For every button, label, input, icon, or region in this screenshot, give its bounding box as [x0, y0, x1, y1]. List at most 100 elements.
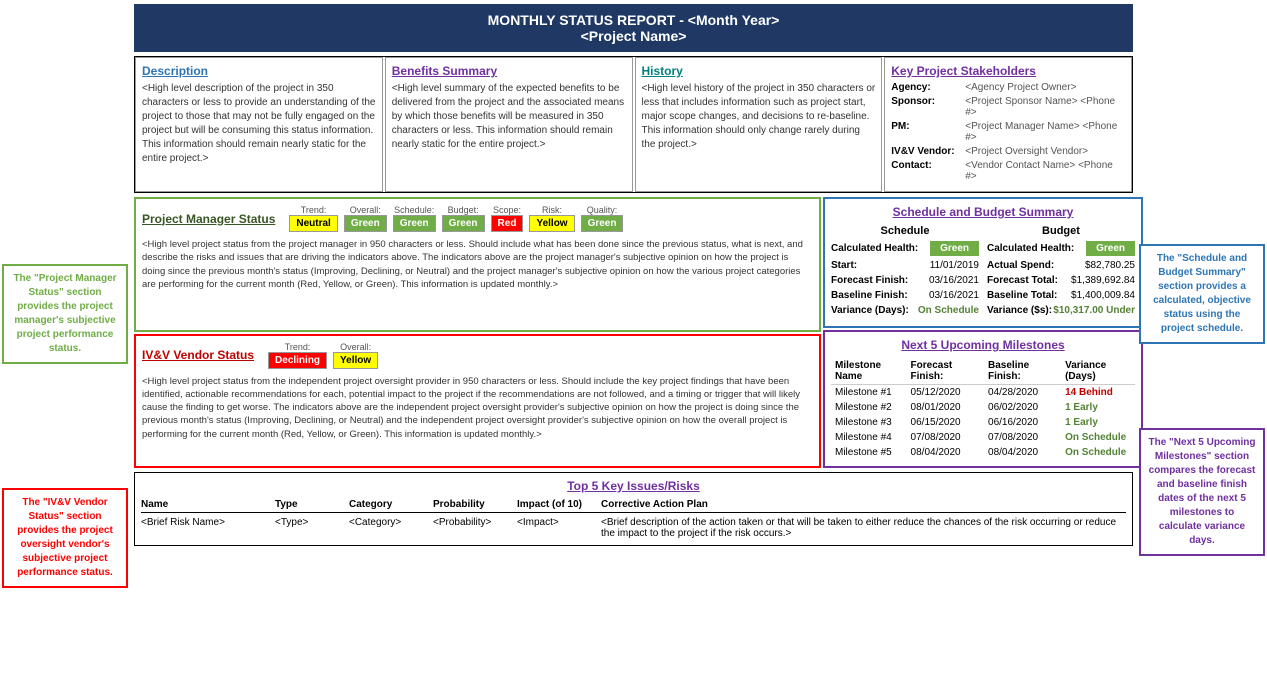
- stakeholder-value-1: <Project Sponsor Name> <Phone #>: [965, 96, 1125, 118]
- milestone-name-0: Milestone #1: [831, 385, 907, 401]
- stakeholder-row-0: Agency: <Agency Project Owner>: [891, 82, 1125, 93]
- history-body: <High level history of the project in 35…: [642, 82, 876, 152]
- issues-col-name: Name: [141, 499, 271, 510]
- description-cell: Description <High level description of t…: [135, 57, 383, 192]
- milestone-variance-0: 14 Behind: [1061, 385, 1135, 401]
- schedule-milestones-column: Schedule and Budget Summary Schedule Cal…: [823, 197, 1133, 468]
- milestone-col-baseline: Baseline Finish:: [984, 358, 1061, 385]
- pm-badge-6: Quality: Green: [581, 205, 624, 232]
- forecast-total-row: Forecast Total: $1,389,692.84: [987, 275, 1135, 286]
- budget-health-value: Green: [1086, 241, 1135, 256]
- stakeholder-label-1: Sponsor:: [891, 96, 961, 118]
- ivv-badge-1: Overall: Yellow: [333, 342, 378, 369]
- stakeholders-list: Agency: <Agency Project Owner> Sponsor: …: [891, 82, 1125, 182]
- milestones-annotation-text: The "Next 5 Upcoming Milestones" section…: [1149, 437, 1256, 546]
- milestone-col-variance: Variance (Days): [1061, 358, 1135, 385]
- page-container: The "Project Manager Status" section pro…: [0, 0, 1267, 592]
- milestone-forecast-3: 07/08/2020: [907, 430, 984, 445]
- benefits-body: <High level summary of the expected bene…: [392, 82, 626, 152]
- pm-badge-label-6: Quality:: [587, 205, 618, 215]
- stakeholder-label-4: Contact:: [891, 160, 961, 182]
- forecast-total-value: $1,389,692.84: [1071, 275, 1135, 286]
- forecast-finish-label: Forecast Finish:: [831, 275, 908, 286]
- forecast-finish-row: Forecast Finish: 03/16/2021: [831, 275, 979, 286]
- issues-section: Top 5 Key Issues/Risks Name Type Categor…: [134, 472, 1133, 546]
- ivv-badge-0: Trend: Declining: [268, 342, 327, 369]
- baseline-total-value: $1,400,009.84: [1071, 290, 1135, 301]
- issues-col-impact: Impact (of 10): [517, 499, 597, 510]
- stakeholder-row-3: IV&V Vendor: <Project Oversight Vendor>: [891, 146, 1125, 157]
- issues-col-type: Type: [275, 499, 345, 510]
- schedule-cols: Schedule Calculated Health: Green Start:…: [831, 225, 1135, 320]
- pm-badge-0: Trend: Neutral: [289, 205, 337, 232]
- milestone-variance-1: 1 Early: [1061, 400, 1135, 415]
- milestone-name-2: Milestone #3: [831, 415, 907, 430]
- pm-badge-1: Overall: Green: [344, 205, 387, 232]
- milestone-baseline-1: 06/02/2020: [984, 400, 1061, 415]
- stakeholder-value-2: <Project Manager Name> <Phone #>: [965, 121, 1125, 143]
- issue-type-0: <Type>: [275, 517, 345, 539]
- schedule-budget-section: Schedule and Budget Summary Schedule Cal…: [823, 197, 1143, 328]
- sched-health-value: Green: [930, 241, 979, 256]
- pm-badge-label-1: Overall:: [350, 205, 381, 215]
- actual-spend-label: Actual Spend:: [987, 260, 1054, 271]
- ivv-badge-value-1: Yellow: [333, 352, 378, 369]
- stakeholder-label-3: IV&V Vendor:: [891, 146, 961, 157]
- right-annotations-panel: The "Schedule and Budget Summary" sectio…: [1137, 240, 1267, 592]
- pm-badge-5: Risk: Yellow: [529, 205, 574, 232]
- pm-status-section: Project Manager Status Trend: Neutral Ov…: [134, 197, 821, 332]
- schedule-health-row: Calculated Health: Green: [831, 241, 979, 256]
- benefits-cell: Benefits Summary <High level summary of …: [385, 57, 633, 192]
- stakeholders-title: Key Project Stakeholders: [891, 64, 1125, 78]
- budget-health-label: Calculated Health:: [987, 243, 1074, 254]
- header-bar: MONTHLY STATUS REPORT - <Month Year> <Pr…: [134, 4, 1133, 52]
- milestone-forecast-1: 08/01/2020: [907, 400, 984, 415]
- milestone-row-1: Milestone #208/01/202006/02/20201 Early: [831, 400, 1135, 415]
- issues-title: Top 5 Key Issues/Risks: [141, 479, 1126, 493]
- milestones-annotation-box: The "Next 5 Upcoming Milestones" section…: [1139, 428, 1265, 556]
- schedule-annotation-box: The "Schedule and Budget Summary" sectio…: [1139, 244, 1265, 344]
- pm-badge-value-0: Neutral: [289, 215, 337, 232]
- ivv-status-section: IV&V Vendor Status Trend: Declining Over…: [134, 334, 821, 469]
- milestone-forecast-4: 08/04/2020: [907, 445, 984, 460]
- pm-badge-label-2: Schedule:: [394, 205, 434, 215]
- pm-annotation-box: The "Project Manager Status" section pro…: [2, 264, 128, 364]
- issue-name-0: <Brief Risk Name>: [141, 517, 271, 539]
- stakeholder-row-2: PM: <Project Manager Name> <Phone #>: [891, 121, 1125, 143]
- variance-days-value: On Schedule: [918, 305, 979, 316]
- pm-ivv-column: Project Manager Status Trend: Neutral Ov…: [134, 197, 821, 468]
- left-annotations-panel: The "Project Manager Status" section pro…: [0, 260, 130, 592]
- ivv-badge-label-0: Trend:: [285, 342, 311, 352]
- issues-col-prob: Probability: [433, 499, 513, 510]
- variance-dollar-value: $10,317.00 Under: [1053, 305, 1135, 316]
- milestones-table: Milestone Name Forecast Finish: Baseline…: [831, 358, 1135, 460]
- budget-column: Budget Calculated Health: Green Actual S…: [987, 225, 1135, 320]
- ivv-badge-label-1: Overall:: [340, 342, 371, 352]
- issues-table: Name Type Category Probability Impact (o…: [141, 499, 1126, 539]
- variance-days-label: Variance (Days):: [831, 305, 909, 316]
- stakeholder-value-3: <Project Oversight Vendor>: [965, 146, 1088, 157]
- pm-badge-label-5: Risk:: [542, 205, 562, 215]
- pm-badge-value-5: Yellow: [529, 215, 574, 232]
- issues-data-row-0: <Brief Risk Name> <Type> <Category> <Pro…: [141, 517, 1126, 539]
- issue-action-0: <Brief description of the action taken o…: [601, 517, 1126, 539]
- baseline-finish-row: Baseline Finish: 03/16/2021: [831, 290, 979, 301]
- budget-health-row: Calculated Health: Green: [987, 241, 1135, 256]
- milestone-forecast-0: 05/12/2020: [907, 385, 984, 401]
- stakeholder-value-0: <Agency Project Owner>: [965, 82, 1076, 93]
- ivv-annotation-text: The "IV&V Vendor Status" section provide…: [17, 497, 113, 578]
- baseline-finish-label: Baseline Finish:: [831, 290, 908, 301]
- pm-badge-4: Scope: Red: [491, 205, 524, 232]
- ivv-annotation-box: The "IV&V Vendor Status" section provide…: [2, 488, 128, 588]
- schedule-annotation-text: The "Schedule and Budget Summary" sectio…: [1153, 253, 1251, 334]
- milestone-variance-4: On Schedule: [1061, 445, 1135, 460]
- stakeholders-cell: Key Project Stakeholders Agency: <Agency…: [884, 57, 1132, 192]
- milestone-variance-2: 1 Early: [1061, 415, 1135, 430]
- actual-spend-row: Actual Spend: $82,780.25: [987, 260, 1135, 271]
- stakeholder-label-0: Agency:: [891, 82, 961, 93]
- forecast-total-label: Forecast Total:: [987, 275, 1058, 286]
- baseline-finish-value: 03/16/2021: [929, 290, 979, 301]
- description-title: Description: [142, 64, 376, 78]
- milestone-name-4: Milestone #5: [831, 445, 907, 460]
- forecast-finish-value: 03/16/2021: [929, 275, 979, 286]
